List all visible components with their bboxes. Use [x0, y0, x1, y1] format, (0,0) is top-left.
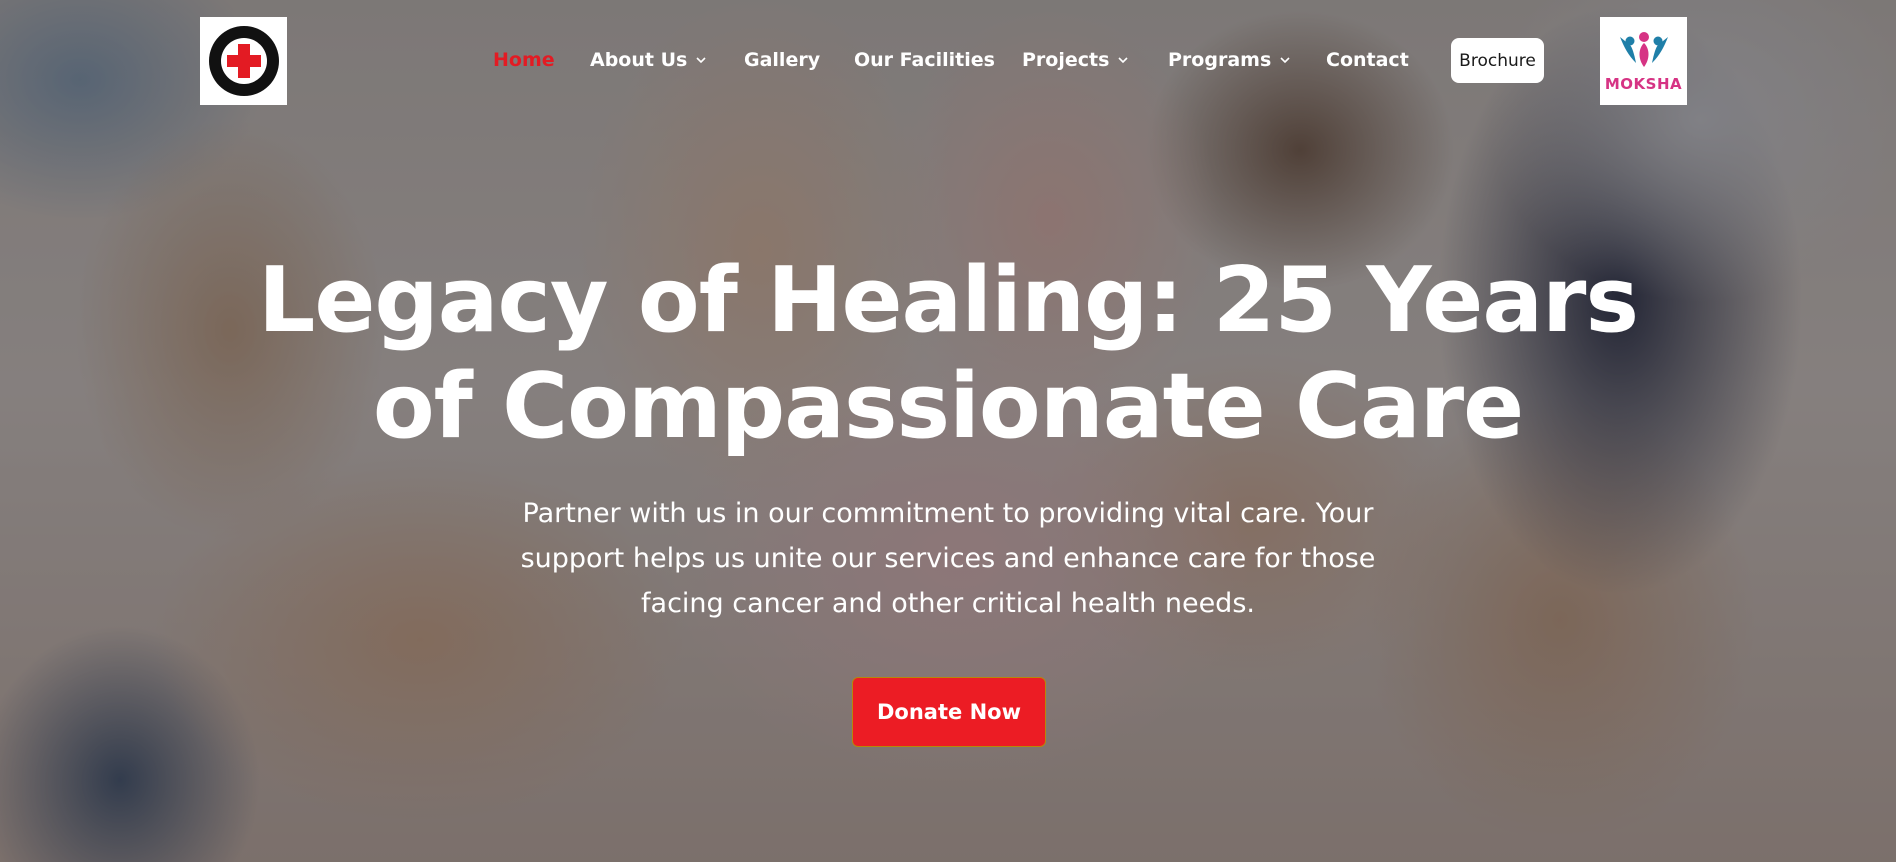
hero-subtitle-line-1: Partner with us in our commitment to pro…	[522, 498, 1374, 529]
hero-title-line-1: Legacy of Healing: 25 Years	[257, 248, 1639, 353]
hero-subtitle-line-3: facing cancer and other critical health …	[641, 588, 1255, 619]
hero-subtitle-line-2: support helps us unite our services and …	[520, 543, 1376, 574]
donate-now-button[interactable]: Donate Now	[852, 677, 1046, 747]
hero-title-line-2: of Compassionate Care	[372, 354, 1524, 459]
hero-title: Legacy of Healing: 25 Years of Compassio…	[248, 248, 1648, 460]
hero-section: Legacy of Healing: 25 Years of Compassio…	[0, 0, 1896, 862]
hero-subtitle: Partner with us in our commitment to pro…	[498, 491, 1398, 626]
